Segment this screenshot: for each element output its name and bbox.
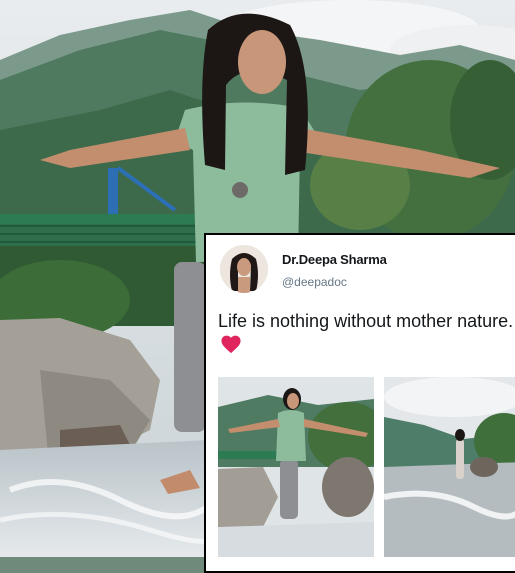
tweet-card: Dr.Deepa Sharma @deepadoc Life is nothin… bbox=[204, 233, 515, 573]
user-handle[interactable]: @deepadoc bbox=[282, 275, 347, 289]
tweet-header: Dr.Deepa Sharma @deepadoc bbox=[220, 245, 510, 299]
red-heart-icon bbox=[220, 334, 242, 360]
tweet-text: Life is nothing without mother nature. bbox=[218, 309, 514, 360]
tweet-text-body: Life is nothing without mother nature. bbox=[218, 311, 514, 331]
avatar[interactable] bbox=[220, 245, 268, 293]
display-name[interactable]: Dr.Deepa Sharma bbox=[282, 252, 387, 267]
tweet-photo-1[interactable] bbox=[218, 377, 374, 557]
tweet-photo-2[interactable] bbox=[384, 377, 515, 557]
